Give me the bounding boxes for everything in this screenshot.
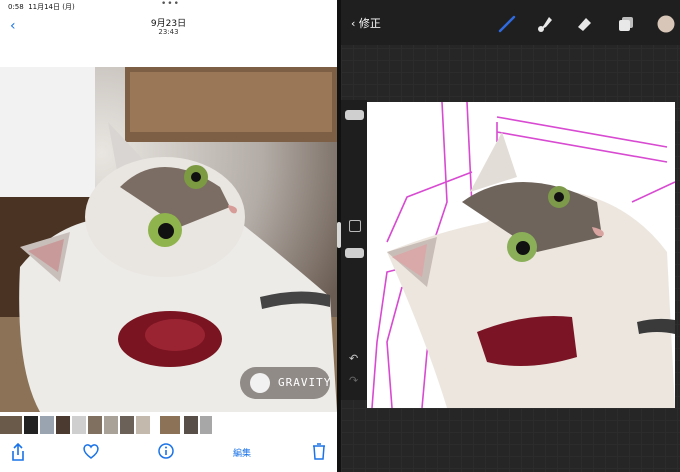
thumbnail[interactable]: [0, 416, 22, 434]
favorite-heart-icon[interactable]: [82, 442, 100, 460]
procreate-top-bar: ‹ 修正: [341, 0, 680, 45]
thumbnail-strip[interactable]: [0, 414, 337, 436]
edit-button[interactable]: 編集: [233, 446, 251, 459]
thumbnail[interactable]: [56, 416, 70, 434]
trash-icon[interactable]: [311, 442, 327, 460]
thumbnail[interactable]: [24, 416, 38, 434]
brush-icon[interactable]: [497, 14, 517, 34]
thumbnail[interactable]: [104, 416, 118, 434]
photos-nav-bar: ‹ 9月23日 23:43: [0, 12, 337, 44]
info-icon[interactable]: [157, 442, 175, 460]
thumbnail[interactable]: [200, 416, 212, 434]
eraser-icon[interactable]: [574, 14, 594, 34]
photo-time: 23:43: [158, 28, 179, 36]
opacity-slider[interactable]: [345, 248, 364, 258]
back-label: 修正: [358, 17, 381, 30]
gravity-watermark: GRAVITY: [240, 367, 330, 399]
thumbnail[interactable]: [88, 416, 102, 434]
procreate-sidebar: ↶ ↷: [341, 100, 367, 400]
thumbnail[interactable]: [120, 416, 134, 434]
procreate-app: ‹ 修正 ↶ ↷: [341, 0, 680, 472]
color-picker-swatch-icon[interactable]: [656, 14, 676, 34]
brush-size-slider[interactable]: [345, 110, 364, 120]
photos-toolbar: 編集: [0, 436, 337, 472]
status-bar: 0:58 11月14日 (月) •••: [0, 0, 337, 12]
share-icon[interactable]: [10, 442, 26, 462]
gravity-logo-icon: [250, 373, 270, 393]
drawing-canvas[interactable]: [367, 102, 675, 408]
thumbnail-selected[interactable]: [160, 416, 180, 434]
multitask-dots-icon[interactable]: •••: [161, 0, 180, 9]
gravity-text: GRAVITY: [278, 376, 332, 389]
undo-icon[interactable]: ↶: [349, 352, 358, 365]
cat-photo[interactable]: [0, 67, 337, 412]
status-time: 0:58 11月14日 (月): [8, 3, 75, 11]
gallery-back-button[interactable]: ‹ 修正: [351, 15, 381, 31]
thumbnail[interactable]: [184, 416, 198, 434]
photos-app: 0:58 11月14日 (月) ••• ‹ 9月23日 23:43 GRAVIT…: [0, 0, 337, 472]
smudge-icon[interactable]: [535, 14, 555, 34]
thumbnail[interactable]: [72, 416, 86, 434]
redo-icon[interactable]: ↷: [349, 374, 358, 387]
modify-button[interactable]: [349, 220, 361, 232]
thumbnail[interactable]: [40, 416, 54, 434]
thumbnail[interactable]: [136, 416, 150, 434]
layers-icon[interactable]: [616, 14, 636, 34]
